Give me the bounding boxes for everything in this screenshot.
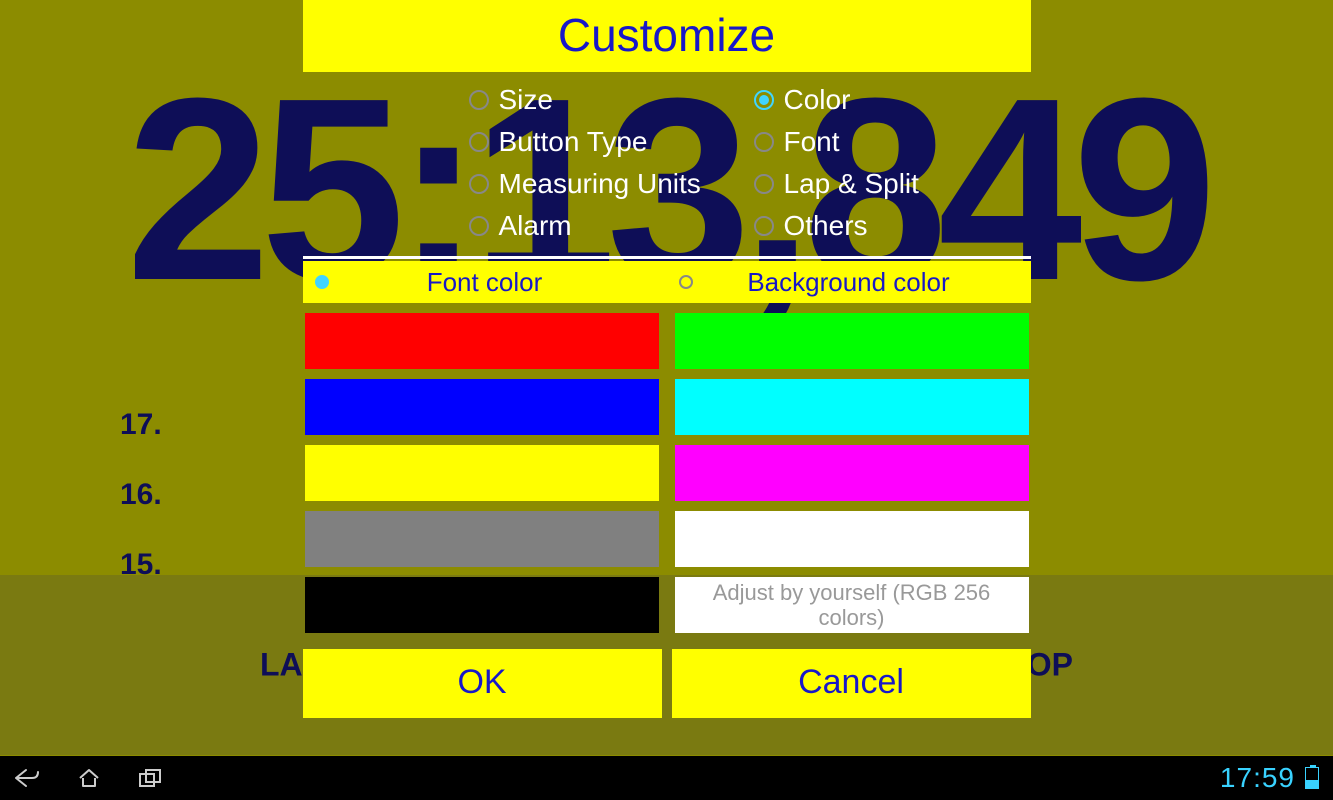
dialog-button-row: OK Cancel [303, 649, 1031, 718]
radio-icon [469, 216, 489, 236]
android-navbar: 17:59 [0, 756, 1333, 800]
swatch-gray[interactable] [305, 511, 659, 567]
lap-number: 16. [120, 478, 200, 512]
swatch-yellow[interactable] [305, 445, 659, 501]
tab-font-color[interactable]: Font color [303, 267, 667, 298]
swatch-magenta[interactable] [675, 445, 1029, 501]
radio-icon [679, 275, 693, 289]
swatch-blue[interactable] [305, 379, 659, 435]
radio-icon [754, 174, 774, 194]
radio-label: Lap & Split [784, 168, 919, 200]
color-tab-row: Font color Background color [303, 261, 1031, 303]
radio-label: Others [784, 210, 868, 242]
radio-icon [469, 90, 489, 110]
swatch-black[interactable] [305, 577, 659, 633]
radio-label: Alarm [499, 210, 572, 242]
swatch-white[interactable] [675, 511, 1029, 567]
battery-icon [1305, 767, 1319, 789]
category-size[interactable]: Size [469, 84, 746, 116]
color-swatch-grid: Adjust by yourself (RGB 256 colors) [303, 303, 1031, 641]
tab-background-color[interactable]: Background color [667, 267, 1031, 298]
category-alarm[interactable]: Alarm [469, 210, 746, 242]
tab-label: Background color [747, 267, 949, 298]
category-color[interactable]: Color [754, 84, 1031, 116]
category-radio-group: Size Color Button Type Font Measuring Un… [303, 72, 1031, 256]
dialog-title: Customize [303, 0, 1031, 72]
radio-label: Font [784, 126, 840, 158]
category-measuring-units[interactable]: Measuring Units [469, 168, 746, 200]
radio-label: Size [499, 84, 553, 116]
category-font[interactable]: Font [754, 126, 1031, 158]
radio-icon [754, 132, 774, 152]
swatch-green[interactable] [675, 313, 1029, 369]
home-icon[interactable] [76, 768, 102, 788]
radio-icon [754, 90, 774, 110]
customize-dialog: Customize Size Color Button Type Font Me… [303, 0, 1031, 718]
category-lap-split[interactable]: Lap & Split [754, 168, 1031, 200]
tab-label: Font color [427, 267, 543, 298]
radio-icon [754, 216, 774, 236]
ok-button[interactable]: OK [303, 649, 662, 718]
swatch-cyan[interactable] [675, 379, 1029, 435]
radio-label: Measuring Units [499, 168, 701, 200]
lap-number: 17. [120, 408, 200, 442]
divider [303, 256, 1031, 259]
radio-icon [469, 174, 489, 194]
radio-icon [315, 275, 329, 289]
radio-label: Button Type [499, 126, 648, 158]
swatch-custom-rgb[interactable]: Adjust by yourself (RGB 256 colors) [675, 577, 1029, 633]
category-others[interactable]: Others [754, 210, 1031, 242]
status-clock: 17:59 [1220, 762, 1295, 794]
category-button-type[interactable]: Button Type [469, 126, 746, 158]
radio-icon [469, 132, 489, 152]
back-icon[interactable] [14, 768, 40, 788]
radio-label: Color [784, 84, 851, 116]
recents-icon[interactable] [138, 768, 164, 788]
swatch-red[interactable] [305, 313, 659, 369]
cancel-button[interactable]: Cancel [672, 649, 1031, 718]
